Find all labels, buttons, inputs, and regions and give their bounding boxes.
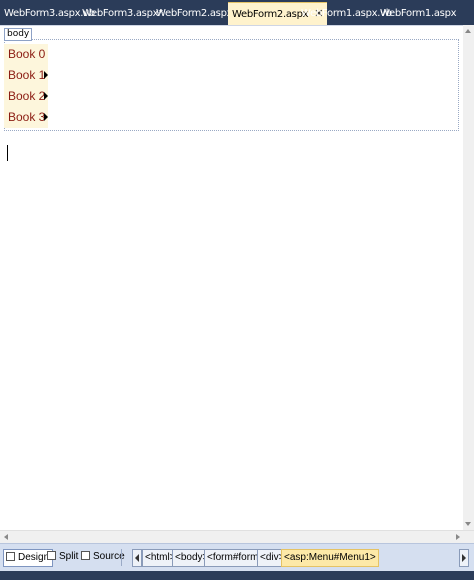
tab-webform3-aspx[interactable]: WebForm3.aspx* — [82, 3, 163, 25]
menu-item-book-3[interactable]: Book 3 — [4, 107, 48, 128]
split-view-icon — [47, 551, 56, 560]
menu-item-label: Book 0 — [8, 47, 46, 61]
scroll-down-icon[interactable] — [465, 522, 471, 526]
design-view-icon — [6, 552, 15, 561]
breadcrumb-asp-menu[interactable]: <asp:Menu#Menu1> — [281, 549, 379, 567]
breadcrumb-forward-button[interactable] — [459, 549, 469, 567]
menu-item-label: Book 3 — [8, 110, 46, 124]
submenu-arrow-icon — [44, 92, 48, 100]
arrow-right-icon — [462, 554, 466, 562]
scroll-right-icon[interactable] — [456, 534, 460, 540]
split-view-button[interactable]: Split — [45, 549, 81, 565]
submenu-arrow-icon — [44, 113, 48, 121]
scroll-left-icon[interactable] — [4, 534, 8, 540]
design-surface[interactable]: body Book 0 Book 1 Book 2 Book 3 — [0, 25, 474, 531]
document-tab-strip: WebForm3.aspx.vb WebForm3.aspx* WebForm2… — [0, 0, 474, 25]
tab-label: WebForm2.aspx — [232, 9, 309, 20]
menu-item-book-2[interactable]: Book 2 — [4, 86, 48, 107]
menu-item-label: Book 2 — [8, 89, 46, 103]
tab-label: WebForm3.aspx* — [82, 8, 163, 19]
menu-item-book-0[interactable]: Book 0 — [4, 44, 48, 65]
arrow-left-icon — [135, 554, 139, 562]
divider — [121, 549, 122, 566]
tab-webform1-aspx[interactable]: WebForm1.aspx — [380, 3, 457, 25]
scroll-up-icon[interactable] — [465, 29, 471, 33]
breadcrumb-back-button[interactable] — [132, 549, 142, 567]
view-label: Split — [59, 551, 79, 562]
view-label: Source — [93, 551, 125, 562]
tab-label: WebForm1.aspx.vb — [301, 8, 392, 19]
submenu-arrow-icon — [44, 71, 48, 79]
view-bottom-bar: Design Split Source <html> <body> <form#… — [0, 543, 474, 571]
body-tag-label: body — [4, 28, 33, 41]
horizontal-scrollbar[interactable] — [0, 530, 474, 543]
menu-item-book-1[interactable]: Book 1 — [4, 65, 48, 86]
tab-label: WebForm1.aspx — [380, 8, 457, 19]
asp-menu-control[interactable]: Book 0 Book 1 Book 2 Book 3 — [4, 44, 48, 128]
window-footer-strip — [0, 571, 474, 580]
menu-item-label: Book 1 — [8, 68, 46, 82]
vertical-scrollbar[interactable] — [463, 25, 474, 530]
text-caret — [7, 145, 8, 161]
source-view-icon — [81, 551, 90, 560]
tab-webform1-aspx-vb[interactable]: WebForm1.aspx.vb — [301, 3, 392, 25]
body-element-outline[interactable] — [4, 39, 459, 131]
